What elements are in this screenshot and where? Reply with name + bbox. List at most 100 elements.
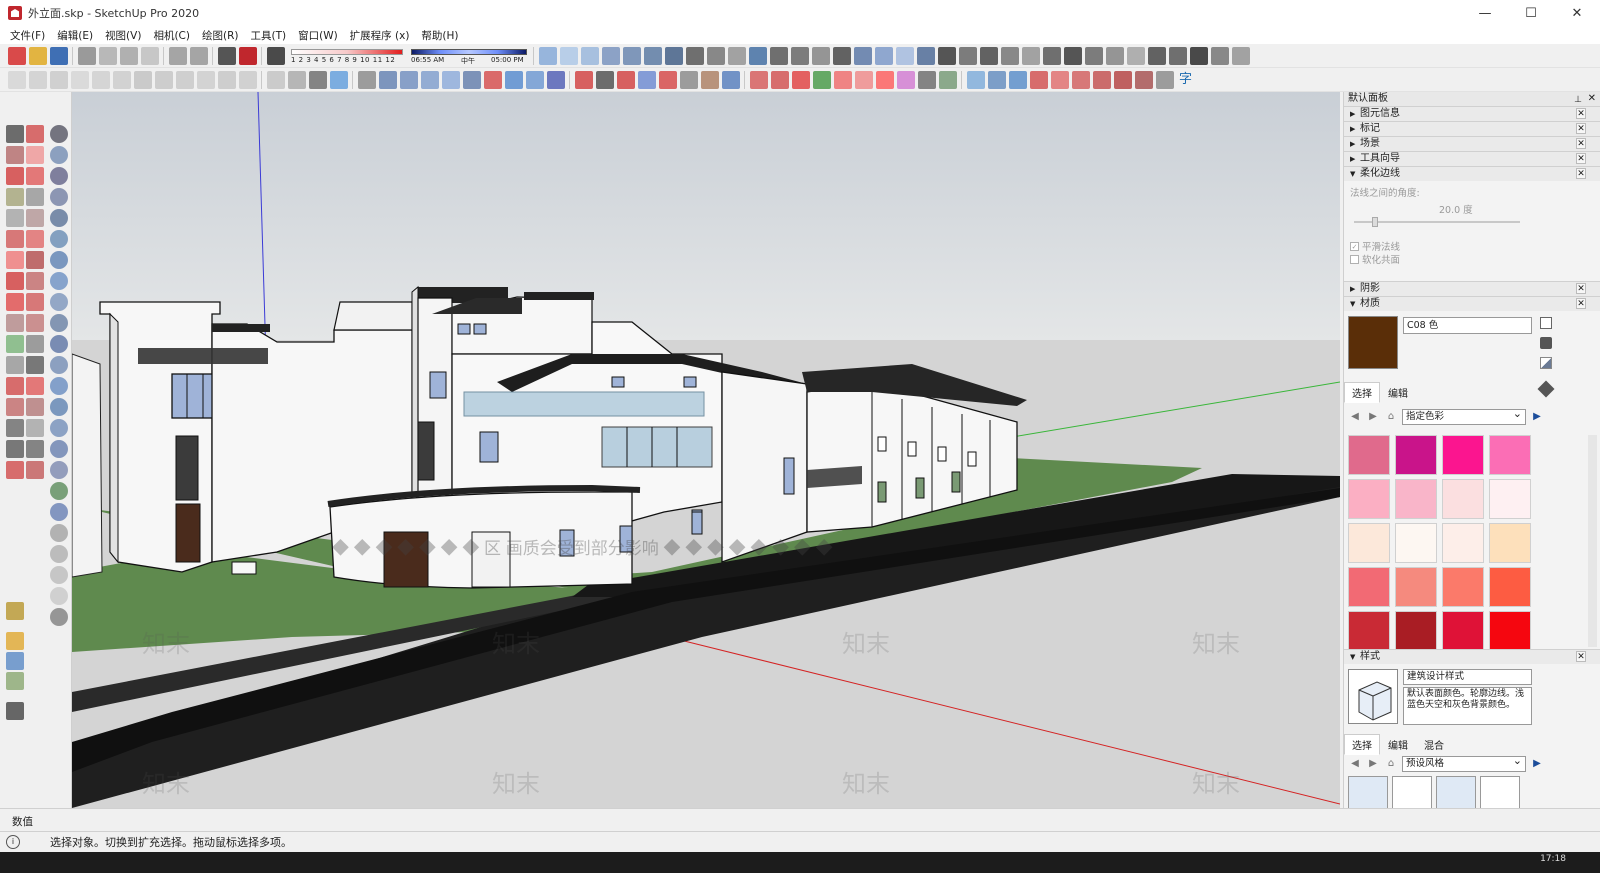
tab-select[interactable]: 选择 [1344,734,1380,755]
menu-extensions[interactable]: 扩展程序 (x) [344,28,416,43]
material-swatch[interactable] [1348,523,1390,563]
toolbar-tool-icon[interactable] [622,46,641,65]
drawing-tool-icon[interactable] [50,419,68,437]
text-tool-icon[interactable]: 字 [1177,71,1195,89]
menu-file[interactable]: 文件(F) [4,28,51,43]
angle-slider-knob[interactable] [1372,217,1378,227]
material-swatch[interactable] [1348,435,1390,475]
drawing-tool-icon[interactable] [50,503,68,521]
section-scenes[interactable]: ▶ 场景 ✕ [1344,136,1600,151]
drawing-tool-icon[interactable] [26,398,44,416]
toolbar-tool-icon[interactable] [658,70,677,89]
material-name-field[interactable]: C08 色 [1403,317,1532,334]
drawing-tool-icon[interactable] [50,398,68,416]
toolbar-tool-icon[interactable] [853,46,872,65]
toolbar-tool-icon[interactable] [266,70,285,89]
current-style-thumbnail[interactable] [1348,669,1398,724]
toolbar-tool-icon[interactable] [769,46,788,65]
tab-mix[interactable]: 混合 [1416,734,1452,755]
close-button[interactable]: ✕ [1554,0,1600,26]
toolbar-tool-icon[interactable] [1021,46,1040,65]
toolbar-tool-icon[interactable] [1126,46,1145,65]
toolbar-tool-icon[interactable] [966,70,985,89]
shadow-month-slider[interactable]: 1 2 3 4 5 6 7 8 9 10 11 12 [289,47,405,65]
material-library-dropdown[interactable]: 指定色彩 [1402,407,1526,425]
toolbar-tool-icon[interactable] [616,70,635,89]
save-icon[interactable] [49,46,68,65]
scene-3d[interactable]: 知末 知末 知末 知末 知末 知末 知末 知末 ◆ ◆ ◆ ◆ ◆ ◆ ◆ 区 … [72,92,1340,808]
toolbar-tool-icon[interactable] [504,70,523,89]
style-library-dropdown[interactable]: 预设风格 [1402,754,1526,772]
section-close-icon[interactable]: ✕ [1576,123,1586,134]
section-close-icon[interactable]: ✕ [1576,298,1586,309]
toolbar-tool-icon[interactable] [1000,46,1019,65]
toolbar-tool-icon[interactable] [287,70,306,89]
section-close-icon[interactable]: ✕ [1576,168,1586,179]
section-tags[interactable]: ▶ 标记 ✕ [1344,121,1600,136]
toolbar-tool-icon[interactable] [580,46,599,65]
drawing-tool-icon[interactable] [50,377,68,395]
drawing-tool-icon[interactable] [26,188,44,206]
drawing-tool-icon[interactable] [50,545,68,563]
toolbar-tool-icon[interactable] [748,46,767,65]
drawing-tool-icon[interactable] [6,419,24,437]
drawing-tool-icon[interactable] [26,146,44,164]
menu-view[interactable]: 视图(V) [99,28,147,43]
material-swatch[interactable] [1489,567,1531,607]
toolbar-tool-icon[interactable] [308,70,327,89]
toolbar-tool-icon[interactable] [1050,70,1069,89]
toolbar-tool-icon[interactable] [727,46,746,65]
toolbar-tool-icon[interactable] [1189,46,1208,65]
copy-icon[interactable] [98,46,117,65]
menu-tools[interactable]: 工具(T) [244,28,292,43]
print-icon[interactable] [217,46,236,65]
drawing-tool-icon[interactable] [6,440,24,458]
drawing-tool-icon[interactable] [6,146,24,164]
toolbar-tool-icon[interactable] [7,70,26,89]
toolbar-tool-icon[interactable] [987,70,1006,89]
toolbar-tool-icon[interactable] [357,70,376,89]
toolbar-tool-icon[interactable] [1071,70,1090,89]
smooth-normals-checkbox[interactable]: ✓ 平滑法线 [1350,239,1400,253]
toolbar-tool-icon[interactable] [749,70,768,89]
toolbar-tool-icon[interactable] [811,46,830,65]
toolbar-tool-icon[interactable] [175,70,194,89]
drawing-tool-icon[interactable] [6,602,24,620]
material-swatch[interactable] [1348,567,1390,607]
soften-coplanar-checkbox[interactable]: 软化共面 [1350,252,1400,266]
drawing-tool-icon[interactable] [6,672,24,690]
toolbar-tool-icon[interactable] [1113,70,1132,89]
section-close-icon[interactable]: ✕ [1576,651,1586,662]
section-instructor[interactable]: ▶ 工具向导 ✕ [1344,151,1600,166]
material-swatch[interactable] [1489,523,1531,563]
section-close-icon[interactable]: ✕ [1576,108,1586,119]
toolbar-tool-icon[interactable] [1168,46,1187,65]
toolbar-tool-icon[interactable] [854,70,873,89]
drawing-tool-icon[interactable] [50,272,68,290]
toolbar-tool-icon[interactable] [574,70,593,89]
drawing-tool-icon[interactable] [6,209,24,227]
toolbar-tool-icon[interactable] [979,46,998,65]
undo-icon[interactable] [168,46,187,65]
drawing-tool-icon[interactable] [26,293,44,311]
drawing-tool-icon[interactable] [50,125,68,143]
material-swatch[interactable] [1489,435,1531,475]
material-swatch[interactable] [1442,435,1484,475]
toolbar-tool-icon[interactable] [1155,70,1174,89]
drawing-tool-icon[interactable] [50,461,68,479]
toolbar-tool-icon[interactable] [601,46,620,65]
toolbar-tool-icon[interactable] [441,70,460,89]
drawing-tool-icon[interactable] [6,272,24,290]
drawing-tool-icon[interactable] [50,230,68,248]
drawing-tool-icon[interactable] [50,440,68,458]
toolbar-tool-icon[interactable] [559,46,578,65]
drawing-tool-icon[interactable] [6,461,24,479]
drawing-tool-icon[interactable] [50,608,68,626]
toolbar-tool-icon[interactable] [28,70,47,89]
toolbar-tool-icon[interactable] [1042,46,1061,65]
delete-icon[interactable] [140,46,159,65]
drawing-tool-icon[interactable] [6,125,24,143]
drawing-tool-icon[interactable] [6,377,24,395]
drawing-tool-icon[interactable] [6,335,24,353]
drawing-tool-icon[interactable] [6,314,24,332]
